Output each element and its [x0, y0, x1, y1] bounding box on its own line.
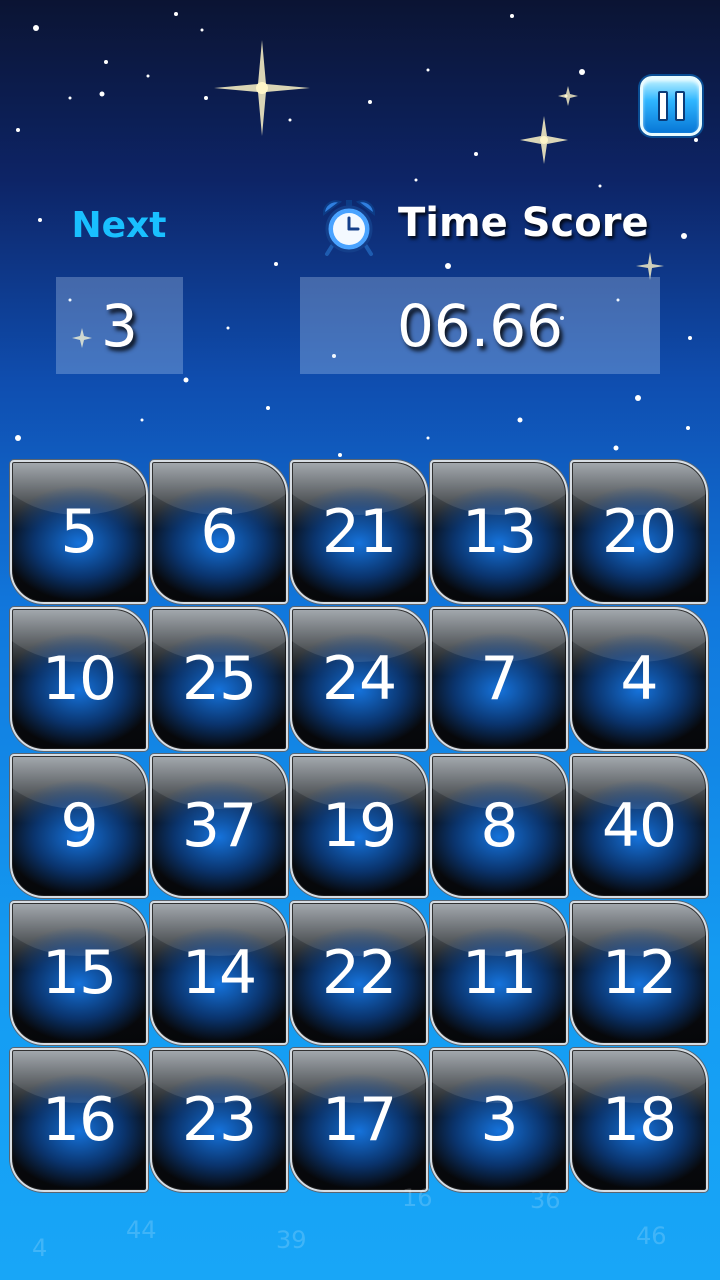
- pause-icon: [657, 91, 668, 121]
- tile-number: 11: [461, 938, 537, 1008]
- pause-button[interactable]: [640, 76, 702, 136]
- number-tile[interactable]: 9: [10, 754, 148, 898]
- tile-number: 7: [480, 644, 518, 714]
- tile-number: 10: [41, 644, 117, 714]
- number-tile[interactable]: 24: [290, 607, 428, 751]
- faded-number: 44: [126, 1216, 157, 1244]
- number-tile[interactable]: 20: [570, 460, 708, 604]
- tile-number: 8: [480, 791, 518, 861]
- number-tile[interactable]: 6: [150, 460, 288, 604]
- number-tile[interactable]: 10: [10, 607, 148, 751]
- number-tile[interactable]: 15: [10, 901, 148, 1045]
- tile-number: 9: [60, 791, 98, 861]
- number-tile[interactable]: 16: [10, 1048, 148, 1192]
- alarm-clock-icon: [323, 200, 375, 256]
- number-tile[interactable]: 22: [290, 901, 428, 1045]
- number-tile[interactable]: 19: [290, 754, 428, 898]
- tile-number: 4: [620, 644, 658, 714]
- number-tile[interactable]: 13: [430, 460, 568, 604]
- number-tile[interactable]: 40: [570, 754, 708, 898]
- tile-number: 6: [200, 497, 238, 567]
- tile-number: 16: [41, 1085, 117, 1155]
- tile-number: 22: [321, 938, 397, 1008]
- tile-number: 40: [601, 791, 677, 861]
- faded-number: 4: [32, 1234, 48, 1262]
- tile-number: 18: [601, 1085, 677, 1155]
- pause-icon-bar: [674, 91, 685, 121]
- tile-number: 15: [41, 938, 117, 1008]
- number-tile[interactable]: 21: [290, 460, 428, 604]
- number-tile[interactable]: 12: [570, 901, 708, 1045]
- tile-number: 12: [601, 938, 677, 1008]
- next-label: Next: [71, 205, 167, 246]
- tile-number: 13: [461, 497, 537, 567]
- number-tile[interactable]: 3: [430, 1048, 568, 1192]
- faded-number: 16: [402, 1184, 433, 1212]
- number-tile[interactable]: 5: [10, 460, 148, 604]
- tile-number: 5: [60, 497, 98, 567]
- tile-number: 25: [181, 644, 257, 714]
- tile-number: 37: [181, 791, 257, 861]
- number-board: 5 6 21 13 20 10 25 24 7 4 9 37 19 8 40 15 14 22 11 12 16 23 17…: [10, 460, 710, 1194]
- tile-number: 17: [321, 1085, 397, 1155]
- tile-number: 24: [321, 644, 397, 714]
- time-score-value: 06.66: [396, 291, 564, 360]
- number-tile[interactable]: 18: [570, 1048, 708, 1192]
- faded-number: 36: [530, 1186, 561, 1214]
- number-tile[interactable]: 25: [150, 607, 288, 751]
- tile-number: 14: [181, 938, 257, 1008]
- number-tile[interactable]: 23: [150, 1048, 288, 1192]
- time-score-label: Time Score: [398, 200, 649, 246]
- number-tile[interactable]: 8: [430, 754, 568, 898]
- tile-number: 3: [480, 1085, 518, 1155]
- next-number-box: 3: [56, 277, 183, 374]
- number-tile[interactable]: 11: [430, 901, 568, 1045]
- number-tile[interactable]: 14: [150, 901, 288, 1045]
- tile-number: 21: [321, 497, 397, 567]
- tile-number: 20: [601, 497, 677, 567]
- next-number: 3: [101, 291, 138, 360]
- faded-number: 46: [636, 1222, 667, 1250]
- faded-number: 39: [276, 1226, 307, 1254]
- tile-number: 23: [181, 1085, 257, 1155]
- number-tile[interactable]: 4: [570, 607, 708, 751]
- tile-number: 19: [321, 791, 397, 861]
- number-tile[interactable]: 37: [150, 754, 288, 898]
- number-tile[interactable]: 7: [430, 607, 568, 751]
- number-tile[interactable]: 17: [290, 1048, 428, 1192]
- time-score-box: 06.66: [300, 277, 660, 374]
